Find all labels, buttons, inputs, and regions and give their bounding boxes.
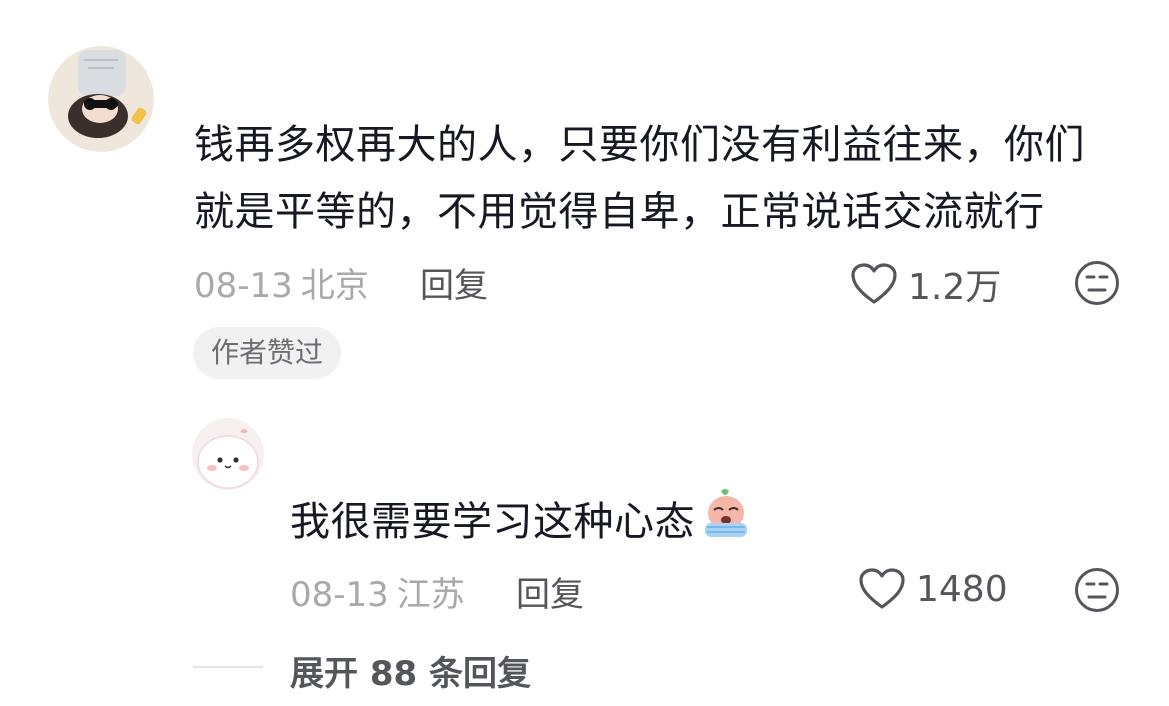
heart-outline-icon — [858, 567, 906, 611]
expand-divider — [193, 666, 263, 668]
expand-replies-button[interactable]: 展开 88 条回复 — [290, 646, 531, 695]
reply-meta: 08-13 江苏 — [290, 567, 465, 616]
reply-location: 江苏 — [396, 575, 465, 615]
author-liked-badge: 作者赞过 — [193, 327, 342, 379]
reply-text: 我很需要学习这种心态 — [290, 499, 695, 545]
commenter-avatar[interactable] — [48, 46, 154, 152]
reply-like-count: 1480 — [916, 568, 1008, 610]
neutral-face-icon[interactable] — [1074, 260, 1120, 306]
comment-text-line-1: 钱再多权再大的人，只要你们没有利益往来，你们 — [194, 122, 1085, 168]
avatar-image — [48, 46, 154, 152]
crying-emoji-icon — [699, 487, 753, 557]
reply-avatar[interactable] — [192, 418, 264, 490]
reply-reply-button[interactable]: 回复 — [516, 567, 584, 616]
comment-like-count: 1.2万 — [908, 267, 1002, 308]
neutral-face-icon[interactable] — [1074, 567, 1120, 613]
avatar-image — [192, 418, 264, 490]
comment-text-line-2: 就是平等的，不用觉得自卑，正常说话交流就行 — [194, 189, 1045, 235]
comment-location: 北京 — [300, 266, 369, 306]
comment-meta: 08-13 北京 — [194, 258, 369, 307]
comment-like-button[interactable]: 1.2万 — [850, 258, 1001, 310]
comment-date: 08-13 — [194, 266, 293, 306]
reply-text-row: 我很需要学习这种心态 — [290, 487, 753, 557]
reply-date: 08-13 — [290, 575, 389, 615]
reply-like-button[interactable]: 1480 — [858, 567, 1008, 611]
heart-outline-icon — [850, 262, 898, 306]
comment-reply-button[interactable]: 回复 — [420, 258, 488, 307]
